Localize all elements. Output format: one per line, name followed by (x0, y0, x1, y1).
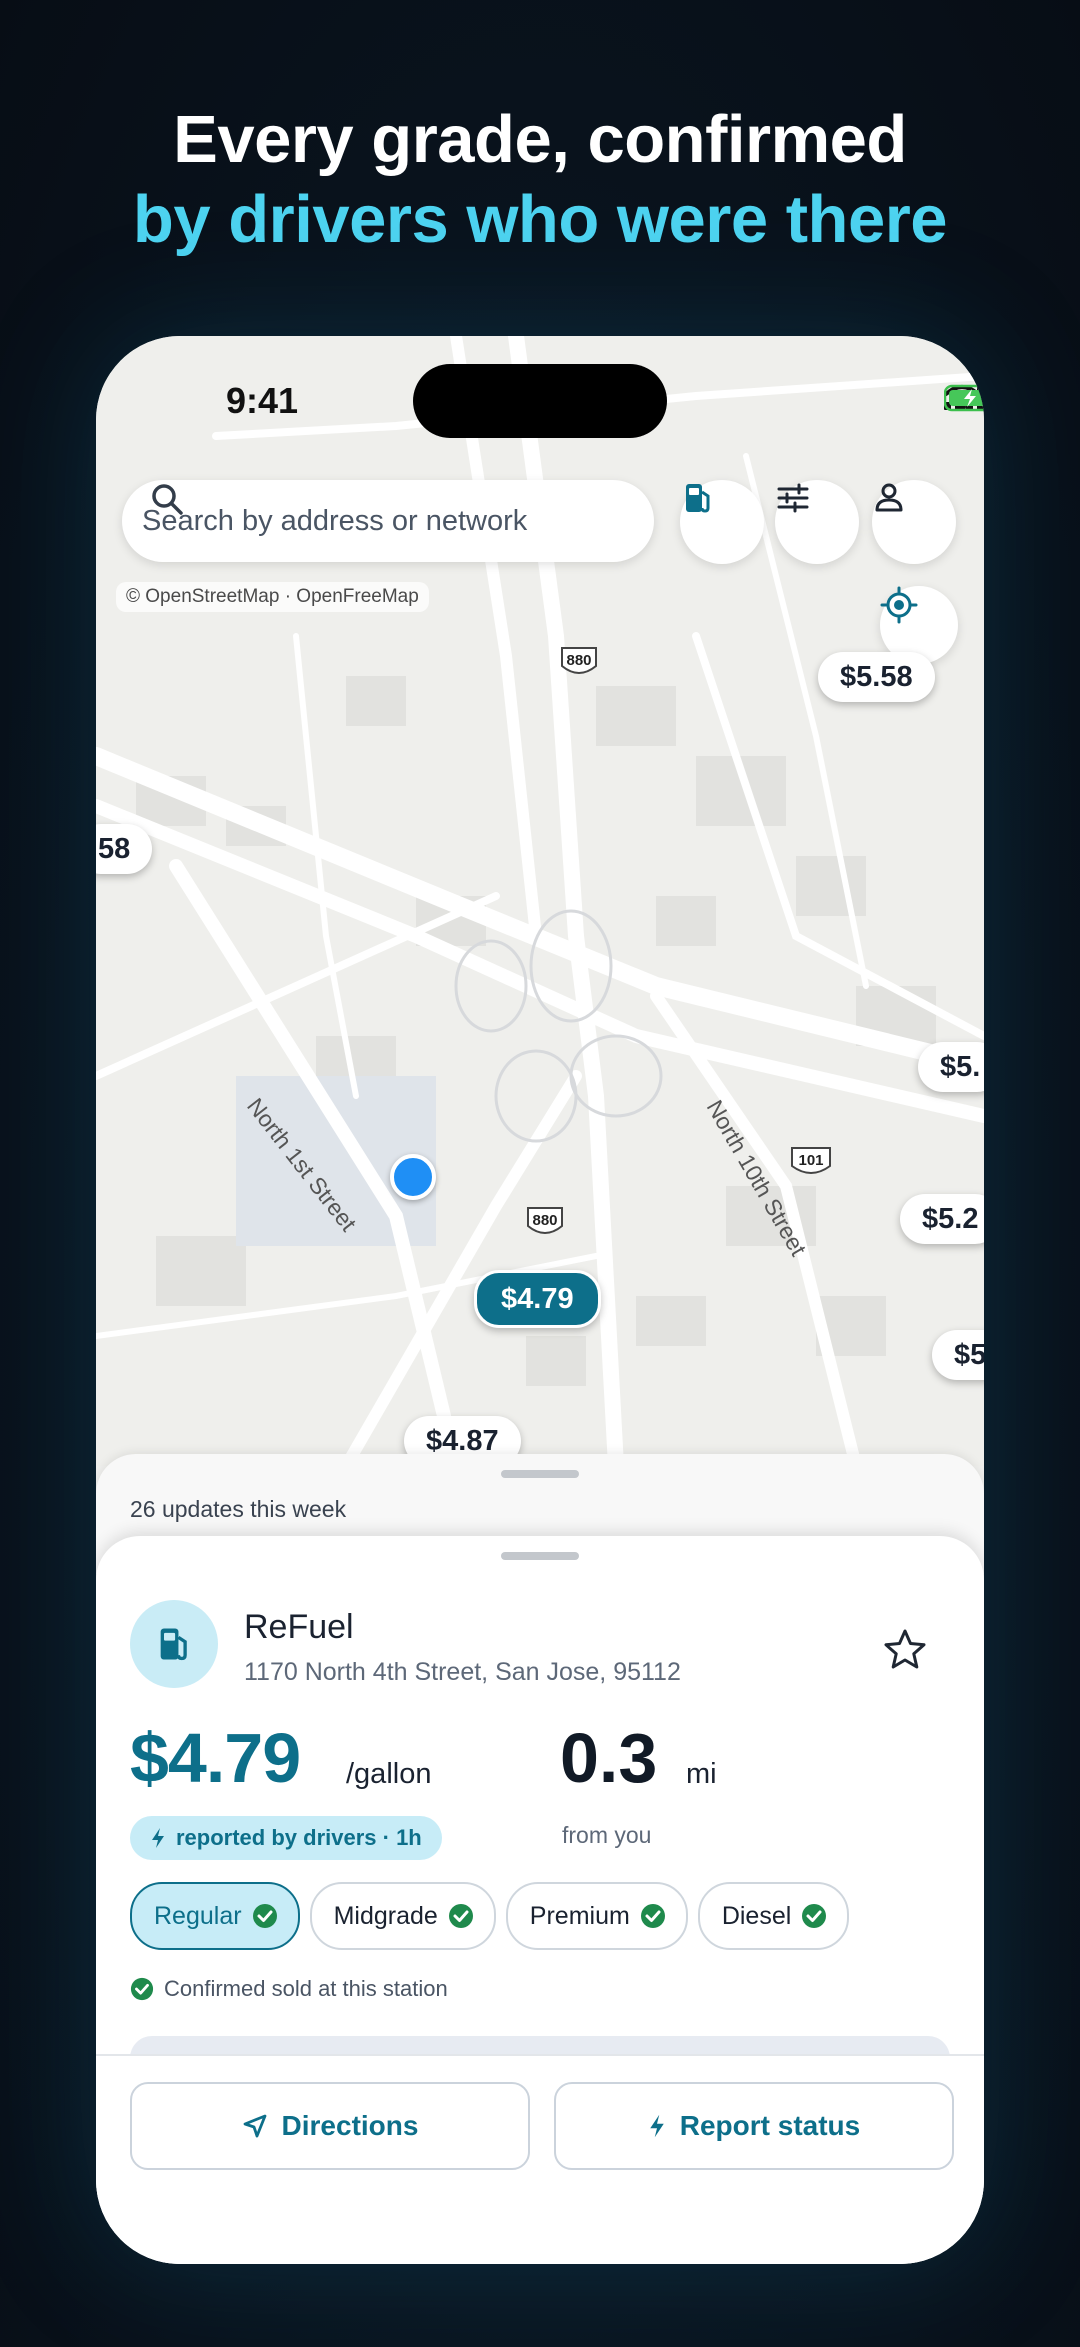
map-view[interactable]: 9:41 Search by address or network © Open… (96, 336, 984, 1466)
user-location-dot (390, 1154, 436, 1200)
headline-line-1: Every grade, confirmed (173, 102, 907, 177)
check-circle-icon (130, 1977, 154, 2001)
reported-badge-label: reported by drivers · 1h (176, 1825, 422, 1850)
price-pin[interactable]: $5.58 (818, 652, 935, 702)
phone-frame: 9:41 Search by address or network © Open… (96, 336, 984, 2264)
price-pin[interactable]: $5.2 (900, 1194, 984, 1244)
distance-value: 0.3 (560, 1719, 658, 1797)
grade-chip-label: Premium (529, 1901, 630, 1930)
search-icon (152, 484, 183, 515)
check-circle-icon (802, 1904, 827, 1928)
directions-button[interactable]: Directions (130, 2082, 530, 2170)
confirmation-text: Confirmed sold at this station (164, 1976, 448, 2001)
status-time: 9:41 (226, 380, 299, 421)
price-pin[interactable]: $5. (918, 1042, 984, 1092)
locate-icon (880, 586, 918, 624)
report-status-label: Report status (679, 2110, 861, 2141)
search-bar[interactable]: Search by address or network (122, 480, 654, 562)
grade-chip-premium[interactable]: Premium (505, 1882, 688, 1950)
distance-caption: from you (562, 1822, 652, 1848)
bolt-icon (650, 2114, 664, 2138)
price-pin-selected[interactable]: $4.79 (474, 1270, 601, 1328)
fuel-pump-icon (686, 484, 710, 513)
grade-chip-diesel[interactable]: Diesel (697, 1882, 850, 1950)
reported-badge: reported by drivers · 1h (130, 1816, 442, 1860)
check-circle-icon (252, 1904, 277, 1928)
station-address: 1170 North 4th Street, San Jose, 95112 (244, 1658, 681, 1686)
fuel-filter-button[interactable] (680, 480, 764, 564)
check-circle-icon (640, 1904, 665, 1928)
filters-button[interactable] (775, 480, 859, 564)
price-value: $4.79 (130, 1719, 301, 1797)
navigation-arrow-icon (243, 2114, 266, 2138)
price-unit: /gallon (346, 1758, 432, 1790)
search-placeholder: Search by address or network (142, 504, 528, 537)
updates-count: 26 updates this week (130, 1496, 347, 1522)
station-name: ReFuel (244, 1608, 354, 1646)
directions-label: Directions (281, 2110, 419, 2141)
profile-button[interactable] (872, 480, 956, 564)
star-icon[interactable] (882, 1626, 928, 1672)
report-status-button[interactable]: Report status (554, 2082, 954, 2170)
profile-icon (875, 483, 903, 512)
grade-chip-regular[interactable]: Regular (130, 1882, 300, 1950)
grade-chip-label: Midgrade (333, 1901, 438, 1930)
battery-icon (944, 384, 984, 412)
updates-sheet-handle[interactable] (501, 1470, 579, 1478)
station-sheet-handle[interactable] (501, 1552, 579, 1560)
headline: Every grade, confirmed by drivers who we… (0, 100, 1080, 260)
headline-line-2: by drivers who were there (132, 182, 948, 257)
grade-chip-label: Diesel (721, 1901, 792, 1930)
grade-chip-midgrade[interactable]: Midgrade (309, 1882, 496, 1950)
filter-sliders-icon (777, 483, 809, 513)
distance-unit: mi (686, 1758, 717, 1790)
station-sheet: ReFuel 1170 North 4th Street, San Jose, … (96, 1536, 984, 2264)
fuel-pump-icon (160, 1628, 187, 1661)
confirmation-row: Confirmed sold at this station (130, 1976, 448, 2002)
action-footer: Directions Report status (96, 2056, 984, 2264)
grade-chip-label: Regular (154, 1901, 242, 1930)
price-pin[interactable]: $5 (932, 1330, 984, 1380)
dynamic-island (413, 364, 667, 438)
station-avatar (130, 1600, 218, 1688)
map-attribution[interactable]: © OpenStreetMap · OpenFreeMap (116, 582, 429, 612)
price-pin[interactable]: 58 (96, 824, 153, 874)
check-circle-icon (448, 1904, 473, 1928)
bolt-icon (152, 1828, 164, 1848)
grade-chips: Regular Midgrade Premium Diesel (130, 1882, 850, 1950)
